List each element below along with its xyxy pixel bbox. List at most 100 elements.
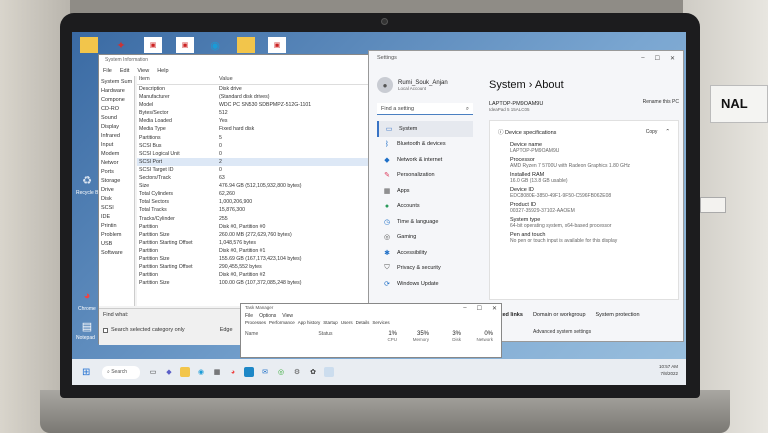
task-manager-menu-item[interactable]: Options [259, 313, 276, 320]
system-information-window[interactable]: System Information File Edit View Help S… [98, 54, 389, 345]
task-manager-tab[interactable]: Details [356, 320, 370, 327]
store-icon[interactable]: ▦ [212, 367, 222, 377]
column-item[interactable]: Item [137, 76, 219, 84]
resource-metric[interactable]: 1% CPU [375, 331, 397, 342]
category-tree[interactable]: System Sum Hardware Compone CD-RO Sound Displ… [99, 76, 135, 306]
table-row[interactable]: SCSI Target ID 0 [137, 166, 389, 174]
tree-item[interactable]: System Sum [101, 78, 132, 87]
nav-item-system[interactable]: ▭ System [377, 121, 473, 137]
tree-item[interactable]: Storage [101, 177, 132, 186]
tree-item[interactable]: Sound [101, 114, 132, 123]
chat-icon[interactable]: ◆ [164, 367, 174, 377]
table-row[interactable]: Description Disk drive [137, 85, 389, 93]
domain-workgroup-link[interactable]: Domain or workgroup [533, 312, 586, 318]
nav-item-time-language[interactable]: ◷ Time & language [377, 214, 473, 230]
task-view-icon[interactable]: ▭ [148, 367, 158, 377]
maximize-icon[interactable]: ☐ [655, 55, 660, 62]
table-row[interactable]: Partition Disk #0, Partition #0 [137, 223, 389, 231]
nav-item-windows-update[interactable]: ⟳ Windows Update [377, 276, 473, 292]
tree-item[interactable]: SCSI [101, 204, 132, 213]
recycle-bin-icon[interactable]: ♻ [78, 172, 96, 188]
table-row[interactable]: Partition Size 260.00 MB (272,629,760 byt… [137, 231, 389, 239]
settings-search-input[interactable]: Find a setting ⌕ [377, 103, 473, 115]
table-row[interactable]: Total Sectors 1,000,206,900 [137, 198, 389, 206]
table-row[interactable]: SCSI Port 2 [137, 157, 389, 166]
notepad-icon[interactable]: ▤ [78, 318, 96, 334]
table-row[interactable]: Media Type Fixed hard disk [137, 125, 389, 133]
folder-icon[interactable] [237, 37, 255, 53]
column-status[interactable]: Status [318, 331, 332, 342]
sysinfo-titlebar[interactable]: System Information [99, 55, 387, 66]
task-manager-tab[interactable]: App history [298, 320, 321, 327]
system-clock[interactable]: 10:57 AM 7/8/2022 [659, 363, 678, 377]
task-manager-tab[interactable]: Performance [269, 320, 295, 327]
taskbar-search[interactable]: ⌕ Search [102, 365, 140, 379]
table-row[interactable]: Partition Disk #0, Partition #1 [137, 247, 389, 255]
table-row[interactable]: Partition Starting Offset 1,048,576 bytes [137, 239, 389, 247]
task-manager-window[interactable]: Task Manager – ☐ ✕ File Options View Process… [240, 303, 502, 358]
resource-metric[interactable]: 3% Disk [439, 331, 461, 342]
maximize-icon[interactable]: ☐ [477, 305, 482, 312]
task-manager-icon[interactable] [324, 367, 334, 377]
tree-item[interactable]: Printin [101, 222, 132, 231]
app-icon[interactable]: ✦ [112, 37, 130, 53]
chrome-icon[interactable]: ◕ [78, 288, 96, 304]
tree-item[interactable]: Networ [101, 159, 132, 168]
task-manager-titlebar[interactable]: Task Manager – ☐ ✕ [241, 304, 501, 313]
column-name[interactable]: Name [245, 331, 258, 342]
nav-item-privacy-security[interactable]: ⛉ Privacy & security [377, 261, 473, 277]
tree-item[interactable]: Display [101, 123, 132, 132]
nav-item-accounts[interactable]: ● Accounts [377, 199, 473, 215]
tree-item[interactable]: CD-RO [101, 105, 132, 114]
table-row[interactable]: Bytes/Sector 512 [137, 109, 389, 117]
task-manager-tab[interactable]: Users [341, 320, 353, 327]
nav-item-gaming[interactable]: ◎ Gaming [377, 230, 473, 246]
tree-item[interactable]: Software [101, 249, 132, 258]
table-row[interactable]: Size 476.94 GB (512,105,932,800 bytes) [137, 182, 389, 190]
table-row[interactable]: Media Loaded Yes [137, 117, 389, 125]
tree-item[interactable]: Ports [101, 168, 132, 177]
table-row[interactable]: Total Tracks 15,876,300 [137, 206, 389, 214]
explorer-icon[interactable] [180, 367, 190, 377]
close-icon[interactable]: ✕ [670, 55, 675, 62]
task-manager-tab[interactable]: Services [372, 320, 389, 327]
app-icon[interactable]: ◎ [276, 367, 286, 377]
resource-metric[interactable]: 35% Memory [407, 331, 429, 342]
table-row[interactable]: Manufacturer (Standard disk drives) [137, 93, 389, 101]
task-manager-menu-item[interactable]: File [245, 313, 253, 320]
menu-file[interactable]: File [103, 68, 112, 74]
table-row[interactable]: Tracks/Cylinder 255 [137, 215, 389, 223]
table-row[interactable]: Partition Size 155.69 GB (167,173,423,104… [137, 255, 389, 263]
mail-icon[interactable]: ✉ [260, 367, 270, 377]
breadcrumb-system[interactable]: System [489, 79, 526, 91]
table-row[interactable]: SCSI Logical Unit 0 [137, 150, 389, 158]
tree-item[interactable]: Compone [101, 96, 132, 105]
nav-item-accessibility[interactable]: ✱ Accessibility [377, 245, 473, 261]
settings-titlebar[interactable]: Settings – ☐ ✕ [369, 51, 683, 65]
column-value[interactable]: Value [219, 76, 389, 84]
device-specs-header[interactable]: ⓘ Device specifications Copy ⌃ [498, 125, 670, 139]
chevron-up-icon[interactable]: ⌃ [665, 129, 670, 135]
menu-view[interactable]: View [137, 68, 149, 74]
edge-icon[interactable]: ◉ [196, 367, 206, 377]
task-manager-tab[interactable]: Startup [323, 320, 338, 327]
table-row[interactable]: Partitions 5 [137, 134, 389, 142]
tree-item[interactable]: IDE [101, 213, 132, 222]
tree-item[interactable]: Problem [101, 231, 132, 240]
table-row[interactable]: Partition Disk #0, Partition #2 [137, 271, 389, 279]
pdf-icon[interactable]: ▣ [176, 37, 194, 53]
advanced-system-settings-link[interactable]: Advanced system settings [533, 329, 591, 335]
user-profile[interactable]: ● Rumi_Souk_Anjan Local Account [377, 77, 473, 93]
app-icon[interactable]: ✿ [308, 367, 318, 377]
menu-edit[interactable]: Edit [120, 68, 129, 74]
table-row[interactable]: SCSI Bus 0 [137, 142, 389, 150]
system-protection-link[interactable]: System protection [596, 312, 640, 318]
nav-item-apps[interactable]: ▦ Apps [377, 183, 473, 199]
table-row[interactable]: Total Cylinders 62,260 [137, 190, 389, 198]
table-row[interactable]: Partition Starting Offset 290,455,552 byt… [137, 263, 389, 271]
task-manager-tab[interactable]: Processes [245, 320, 266, 327]
rename-pc-button[interactable]: Rename this PC [643, 99, 679, 105]
minimize-icon[interactable]: – [641, 55, 644, 61]
settings-window[interactable]: Settings – ☐ ✕ ● Rumi_Souk_Anjan Local A… [368, 50, 684, 342]
details-grid[interactable]: Item Value Description Disk drive Manufact… [137, 76, 389, 306]
